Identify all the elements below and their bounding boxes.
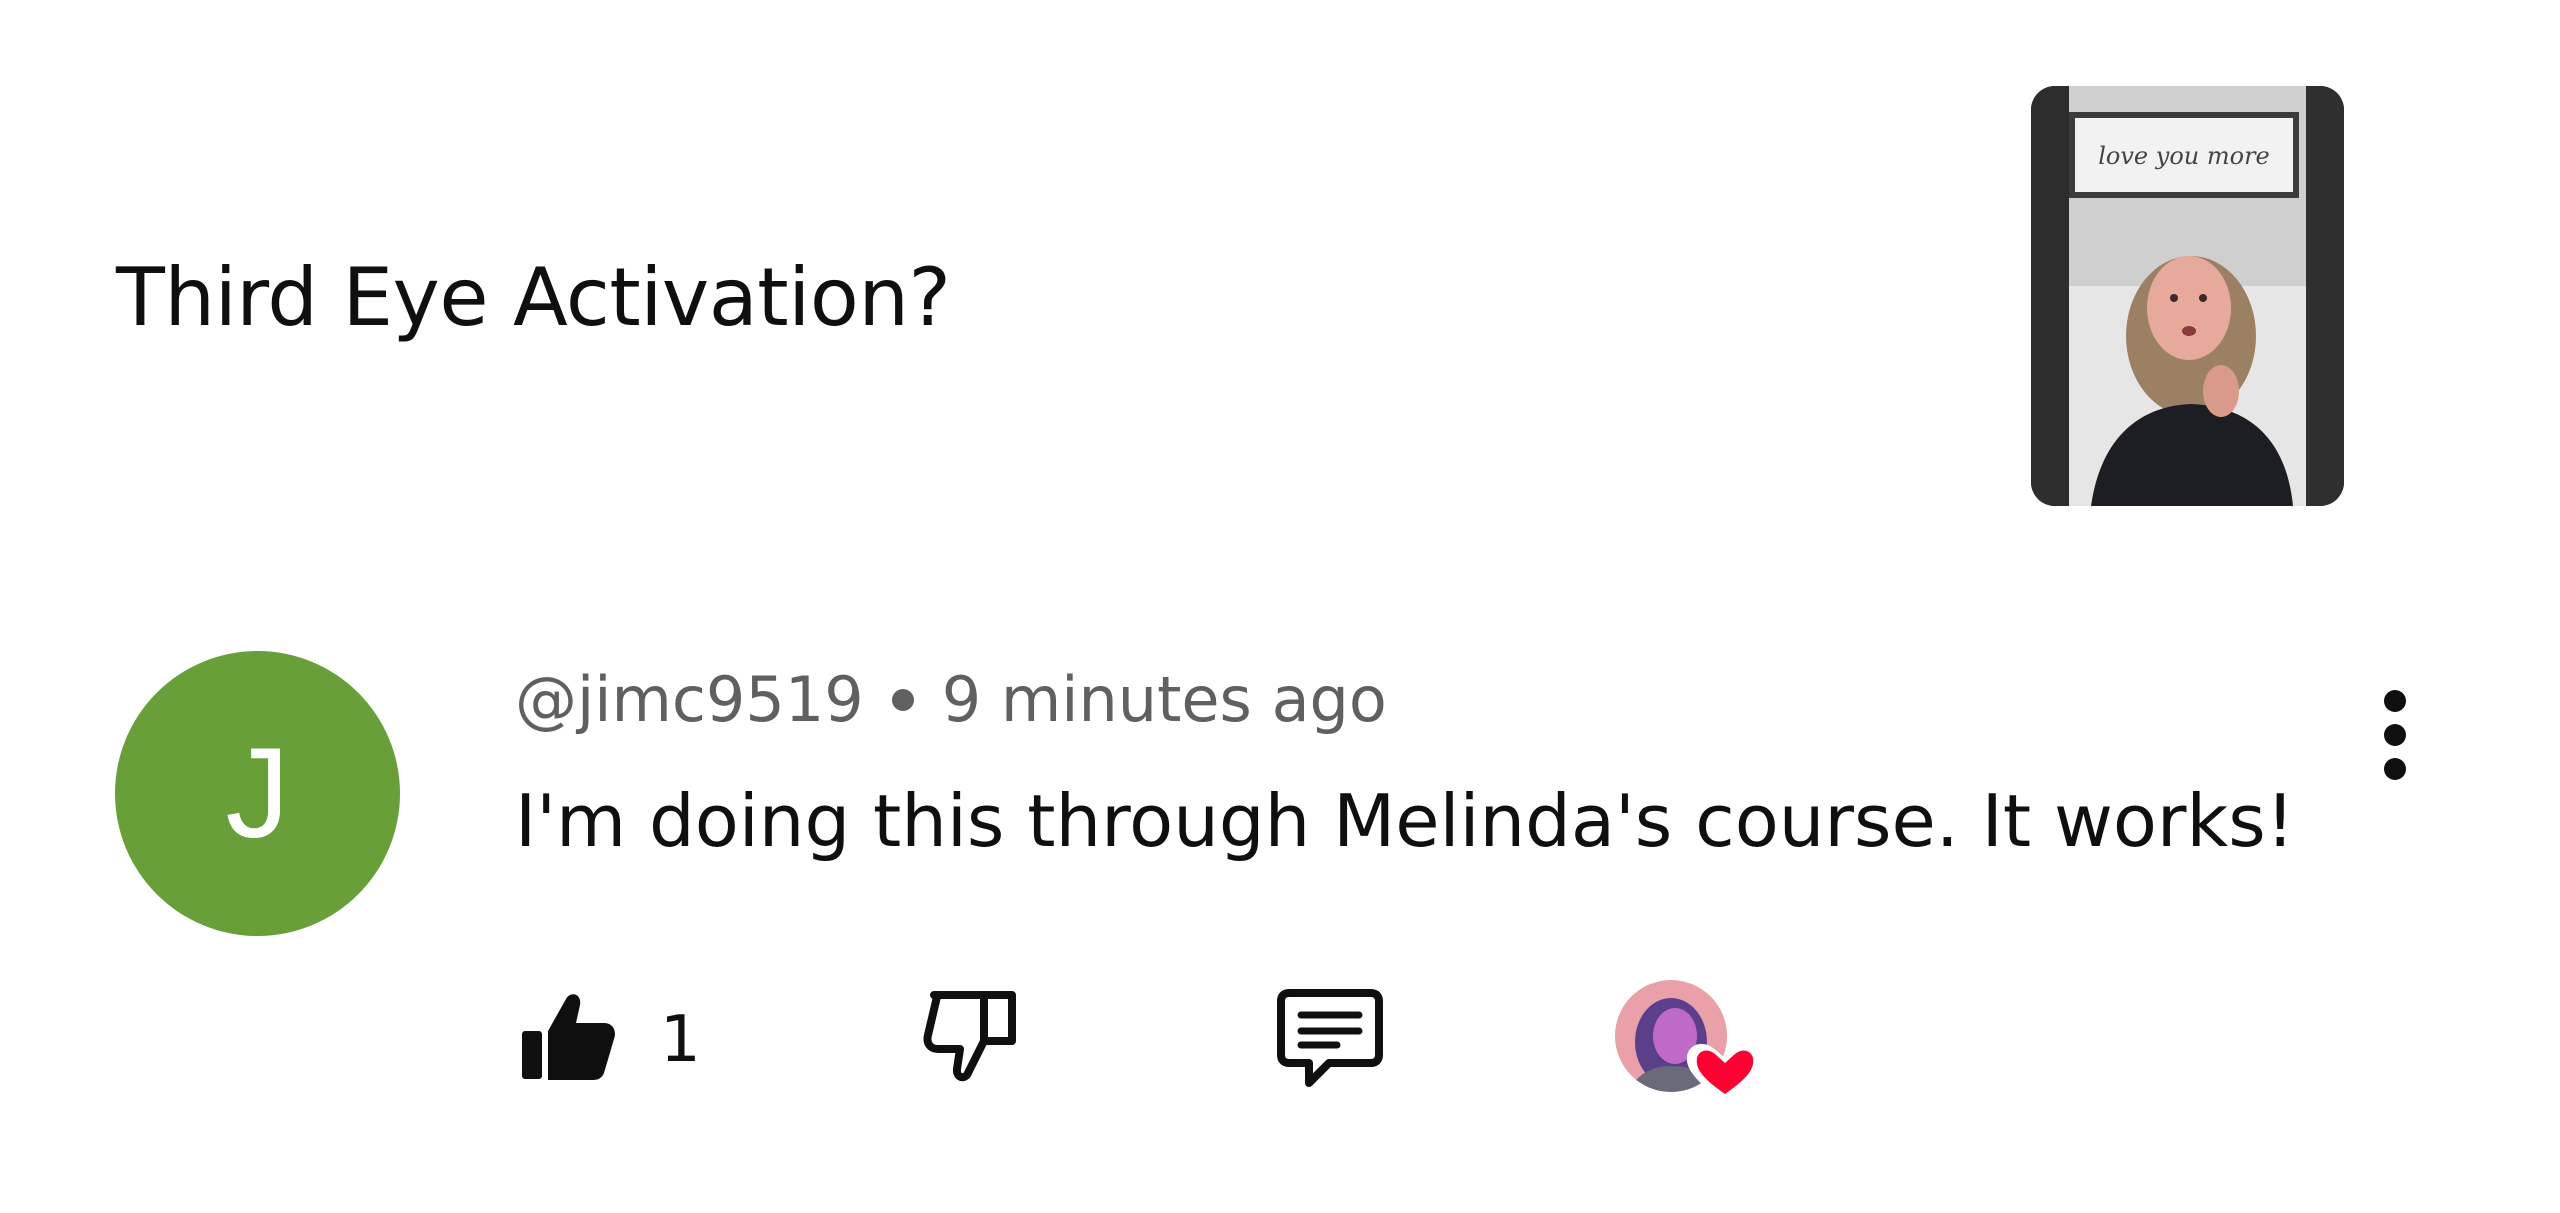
more-vertical-icon-dot <box>2384 758 2406 780</box>
like-button[interactable] <box>518 985 618 1085</box>
comment-meta: @jimc9519 9 minutes ago <box>515 660 1387 740</box>
reply-button[interactable] <box>1275 985 1385 1090</box>
thumb-up-icon <box>522 994 615 1080</box>
more-vertical-icon-dot <box>2384 724 2406 746</box>
more-vertical-icon <box>2384 690 2406 712</box>
comment-author[interactable]: @jimc9519 <box>515 660 864 740</box>
dislike-button[interactable] <box>922 985 1022 1090</box>
video-thumbnail[interactable]: love you more <box>2031 86 2344 506</box>
comment-time[interactable]: 9 minutes ago <box>942 660 1387 740</box>
like-count: 1 <box>660 1003 701 1077</box>
creator-heart-icon <box>1615 980 1764 1102</box>
separator-dot <box>891 689 914 711</box>
video-title[interactable]: Third Eye Activation? <box>116 248 951 348</box>
avatar[interactable]: J <box>115 651 400 936</box>
reply-comment-icon <box>1277 989 1383 1087</box>
thumb-down-icon <box>923 991 1016 1082</box>
comment-page: Third Eye Activation? love you more J @j… <box>0 0 2560 1213</box>
thumbnail-image: love you more <box>2031 86 2344 506</box>
more-options-button[interactable] <box>2360 680 2430 790</box>
comment-text: I'm doing this through Melinda's course.… <box>515 779 2295 863</box>
thumbnail-sign-text: love you more <box>2098 142 2270 170</box>
avatar-letter: J <box>225 722 290 865</box>
creator-heart-badge[interactable] <box>1613 978 1764 1108</box>
